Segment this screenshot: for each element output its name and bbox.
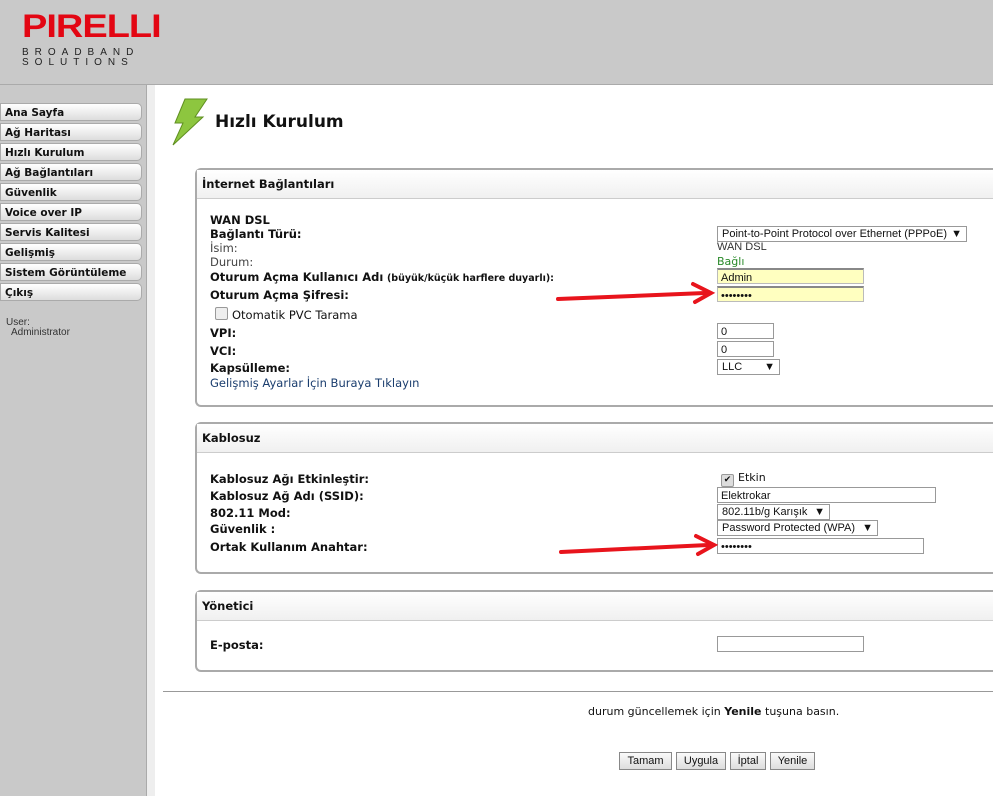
logo-tagline-2: SOLUTIONS [22,57,134,68]
wan-label: WAN DSL [210,213,270,227]
wireless-enable-value: Etkin [738,471,766,484]
username-hint: (büyük/küçük harflere duyarlı): [386,273,554,284]
nav-cikis[interactable]: Çıkış [0,283,142,301]
check-icon[interactable]: ✔ [721,474,734,487]
connection-type-value: Point-to-Point Protocol over Ethernet (P… [722,228,947,240]
nav-ana-sayfa[interactable]: Ana Sayfa [0,103,142,121]
lightning-icon [172,98,208,146]
vci-label: VCI: [210,344,237,358]
name-label: İsim: [210,241,238,255]
security-select[interactable]: Password Protected (WPA) ▼ [717,520,878,536]
nav-sistem-goruntuleme[interactable]: Sistem Görüntüleme [0,263,142,281]
pvc-scan-label: Otomatik PVC Tarama [232,308,358,322]
mode-label: 802.11 Mod: [210,506,291,520]
hint-text-end: tuşuna basın. [761,705,840,718]
encap-label: Kapsülleme: [210,361,291,375]
password-input[interactable]: •••••••• [717,286,864,302]
nav-gelismis[interactable]: Gelişmiş [0,243,142,261]
ssid-label: Kablosuz Ağ Adı (SSID): [210,489,364,503]
encapsulation-select[interactable]: LLC ▼ [717,359,780,375]
cancel-button[interactable]: İptal [730,752,766,770]
page-title: Hızlı Kurulum [215,112,344,132]
logo-brand: PIRELLI [22,9,162,45]
password-label: Oturum Açma Şifresi: [210,288,349,302]
wireless-enable-checkbox[interactable]: ✔ Etkin [721,471,766,487]
security-value: Password Protected (WPA) [722,522,856,534]
nav-guvenlik[interactable]: Güvenlik [0,183,142,201]
conn-type-label: Bağlantı Türü: [210,227,302,241]
email-input[interactable] [717,636,864,652]
ok-button[interactable]: Tamam [619,752,672,770]
name-value: WAN DSL [717,241,767,253]
mode-select[interactable]: 802.11b/g Karışık ▼ [717,504,830,520]
checkbox-box[interactable] [215,307,228,320]
hint-bold: Yenile [724,705,762,718]
wireless-section-title: Kablosuz [197,424,993,453]
red-arrow-annotation [556,282,716,304]
dropdown-arrow-icon: ▼ [951,228,962,240]
shared-key-input[interactable]: •••••••• [717,538,924,554]
shared-key-label: Ortak Kullanım Anahtar: [210,540,368,554]
user-name: Administrator [11,327,70,338]
pirelli-logo: PIRELLI BROADBAND SOLUTIONS [22,9,162,68]
nav-ag-baglantilari[interactable]: Ağ Bağlantıları [0,163,142,181]
status-value: Bağlı [717,255,745,268]
vpi-input[interactable]: 0 [717,323,774,339]
nav-servis-kalitesi[interactable]: Servis Kalitesi [0,223,142,241]
refresh-hint: durum güncellemek için Yenile tuşuna bas… [588,705,839,718]
sidebar: Ana Sayfa Ağ Haritası Hızlı Kurulum Ağ B… [0,85,147,796]
encap-value: LLC [722,361,743,373]
vci-input[interactable]: 0 [717,341,774,357]
pvc-scan-checkbox[interactable]: Otomatik PVC Tarama [215,307,358,322]
ssid-input[interactable]: Elektrokar [717,487,936,503]
advanced-settings-link[interactable]: Gelişmiş Ayarlar İçin Buraya Tıklayın [210,376,419,390]
username-input[interactable]: Admin [717,268,864,284]
dropdown-arrow-icon: ▼ [814,506,825,518]
mode-value: 802.11b/g Karışık [722,506,808,518]
nav-hizli-kurulum[interactable]: Hızlı Kurulum [0,143,142,161]
username-label: Oturum Açma Kullanıcı Adı [210,270,384,284]
dropdown-arrow-icon: ▼ [862,522,873,534]
red-arrow-annotation [559,534,719,556]
nav-ag-haritasi[interactable]: Ağ Haritası [0,123,142,141]
admin-section: Yönetici E-posta: [195,590,993,672]
wireless-enable-label: Kablosuz Ağı Etkinleştir: [210,472,369,486]
hint-text: durum güncellemek için [588,705,725,718]
sidebar-edge [147,85,155,796]
internet-section-title: İnternet Bağlantıları [197,170,993,199]
apply-button[interactable]: Uygula [676,752,726,770]
header: PIRELLI BROADBAND SOLUTIONS [0,0,993,85]
dropdown-arrow-icon: ▼ [764,361,775,373]
status-label: Durum: [210,255,254,269]
nav-voip[interactable]: Voice over IP [0,203,142,221]
admin-section-title: Yönetici [197,592,993,621]
refresh-button[interactable]: Yenile [770,752,815,770]
security-label: Güvenlik : [210,522,276,536]
divider [163,691,993,692]
connection-type-select[interactable]: Point-to-Point Protocol over Ethernet (P… [717,226,967,242]
email-label: E-posta: [210,638,264,652]
vpi-label: VPI: [210,326,237,340]
